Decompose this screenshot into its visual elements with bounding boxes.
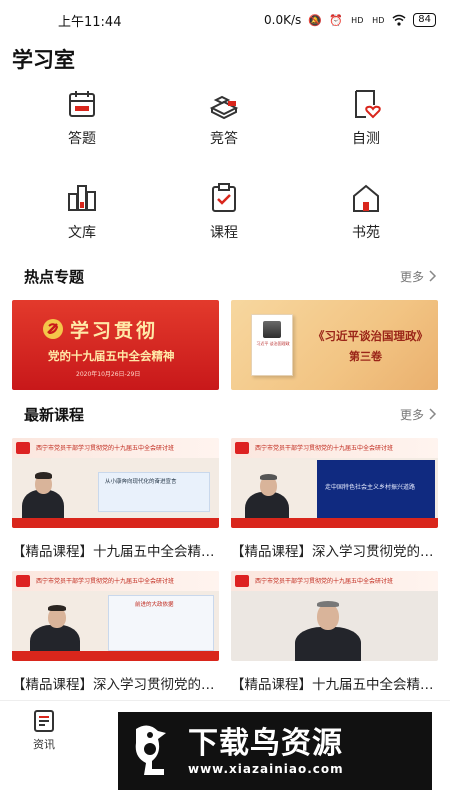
watermark-main: 下载鸟资源 — [188, 726, 343, 761]
thumb-header: 西宁市党员干部学习贯彻党的十九届五中全会研讨班 — [36, 578, 175, 585]
course-card[interactable]: 西宁市党员干部学习贯彻党的十九届五中全会研讨班 走中国特色社会主义乡村振兴道路 … — [231, 438, 438, 560]
status-icons: 0.0K/s 🔕 ⏰ HD HD 84 — [264, 13, 436, 27]
heart-document-icon — [355, 90, 381, 119]
grid-label: 自测 — [352, 131, 380, 147]
slide-panel: 从小康奔向现代化的奋进宣言 — [98, 472, 210, 512]
party-emblem-icon — [43, 319, 63, 339]
grid-item-bookhouse[interactable]: 书苑 — [296, 182, 436, 242]
grid-item-self-test[interactable]: 自测 — [296, 88, 436, 148]
status-time: 上午11:44 — [58, 14, 122, 30]
book-cover-text: 习近平 谈治国理政 — [256, 341, 290, 346]
grid-label: 答题 — [68, 131, 96, 147]
course-card[interactable]: 西宁市党员干部学习贯彻党的十九届五中全会研讨班 【精品课程】十九届五中全会精神宣… — [231, 571, 438, 693]
more-label: 更多 — [399, 269, 424, 284]
book-portrait — [263, 321, 281, 338]
course-card[interactable]: 西宁市党员干部学习贯彻党的十九届五中全会研讨班 前进的大政依据 【精品课程】深入… — [12, 571, 219, 693]
wifi-icon — [392, 13, 406, 27]
course-thumbnail: 西宁市党员干部学习贯彻党的十九届五中全会研讨班 前进的大政依据 — [12, 571, 219, 661]
course-title: 【精品课程】十九届五中全会精神宣讲 — [231, 677, 438, 693]
latest-courses-header: 最新课程 更多 — [0, 400, 450, 428]
slide-text: 走中国特色社会主义乡村振兴道路 — [325, 484, 416, 491]
course-title: 【精品课程】十九届五中全会精神解读 — [12, 544, 219, 560]
banner-sub-text: 第三卷 — [349, 350, 382, 363]
grid-item-library[interactable]: 文库 — [12, 182, 152, 242]
slide-text: 前进的大政依据 — [135, 602, 174, 608]
course-title: 【精品课程】深入学习贯彻党的十九届五中全会精神 — [12, 677, 219, 693]
tab-news[interactable]: 资讯 — [14, 709, 74, 752]
watermark-url: www.xiazainiao.com — [188, 762, 344, 776]
slide-panel: 走中国特色社会主义乡村振兴道路 — [317, 460, 435, 518]
page-title: 学习室 — [12, 48, 75, 72]
thumb-logo-icon — [16, 575, 30, 587]
news-icon — [34, 710, 54, 732]
course-card[interactable]: 西宁市党员干部学习贯彻党的十九届五中全会研讨班 从小康奔向现代化的奋进宣言 【精… — [12, 438, 219, 560]
grid-item-course[interactable]: 课程 — [154, 182, 294, 242]
thumb-header: 西宁市党员干部学习贯彻党的十九届五中全会研讨班 — [255, 445, 394, 452]
calendar-icon — [69, 91, 95, 117]
slide-text: 从小康奔向现代化的奋进宣言 — [105, 479, 177, 485]
grid-label: 课程 — [210, 225, 238, 241]
battery-icon: 84 — [413, 13, 436, 27]
more-label: 更多 — [399, 407, 424, 422]
tab-label: 资讯 — [33, 738, 55, 751]
course-thumbnail: 西宁市党员干部学习贯彻党的十九届五中全会研讨班 从小康奔向现代化的奋进宣言 — [12, 438, 219, 528]
chevron-right-icon — [429, 408, 437, 420]
watermark-text: 下载鸟资源 www.xiazainiao.com — [188, 726, 344, 776]
blocks-icon — [209, 95, 239, 120]
banner-study-plenary[interactable]: 学习贯彻 党的十九届五中全会精神 2020年10月26日-29日 — [12, 300, 219, 390]
latest-courses-more-link[interactable]: 更多 — [400, 406, 438, 423]
course-thumbnail: 西宁市党员干部学习贯彻党的十九届五中全会研讨班 — [231, 571, 438, 661]
slide-panel: 前进的大政依据 — [108, 595, 214, 651]
alarm-icon: ⏰ — [329, 13, 344, 27]
bird-logo-icon — [135, 725, 166, 775]
signal-icon: HD — [351, 15, 364, 25]
house-icon — [353, 184, 379, 212]
thumb-footer-bar — [231, 518, 438, 528]
network-speed: 0.0K/s — [264, 13, 302, 27]
banner-sub-text: 党的十九届五中全会精神 — [48, 349, 175, 363]
banner-date: 2020年10月26日-29日 — [76, 371, 141, 378]
watermark-overlay: 下载鸟资源 www.xiazainiao.com — [118, 712, 432, 790]
course-title: 【精品课程】深入学习贯彻党的十九届五中全会精神 — [231, 544, 438, 560]
banner-main-text: 学习贯彻 — [70, 320, 159, 342]
grid-item-answer[interactable]: 答题 — [12, 88, 152, 148]
chevron-right-icon — [429, 270, 437, 282]
grid-label: 书苑 — [352, 225, 380, 241]
grid-label: 竞答 — [210, 131, 238, 147]
course-thumbnail: 西宁市党员干部学习贯彻党的十九届五中全会研讨班 走中国特色社会主义乡村振兴道路 — [231, 438, 438, 528]
book-cover: 习近平 谈治国理政 — [251, 314, 293, 376]
grid-item-contest[interactable]: 竞答 — [154, 88, 294, 148]
clipboard-icon — [212, 183, 236, 212]
thumb-logo-icon — [235, 575, 249, 587]
thumb-footer-bar — [12, 651, 219, 661]
hot-topics-more-link[interactable]: 更多 — [400, 268, 438, 285]
grid-label: 文库 — [68, 225, 96, 241]
thumb-header: 西宁市党员干部学习贯彻党的十九届五中全会研讨班 — [36, 445, 175, 452]
banner-main-text: 《习近平谈治国理政》 — [313, 329, 428, 343]
thumb-footer-bar — [12, 518, 219, 528]
hot-topics-title: 热点专题 — [24, 267, 85, 286]
thumb-logo-icon — [16, 442, 30, 454]
bar-columns-icon — [68, 185, 96, 211]
latest-courses-title: 最新课程 — [24, 405, 85, 424]
signal-icon-2: HD — [372, 15, 385, 25]
hot-topics-header: 热点专题 更多 — [0, 262, 450, 290]
thumb-logo-icon — [235, 442, 249, 454]
mute-icon: 🔕 — [308, 13, 323, 27]
thumb-header: 西宁市党员干部学习贯彻党的十九届五中全会研讨班 — [255, 578, 394, 585]
status-bar: 上午11:44 0.0K/s 🔕 ⏰ HD HD 84 — [0, 0, 450, 40]
banner-governance-book[interactable]: 习近平 谈治国理政 《习近平谈治国理政》 第三卷 — [231, 300, 438, 390]
